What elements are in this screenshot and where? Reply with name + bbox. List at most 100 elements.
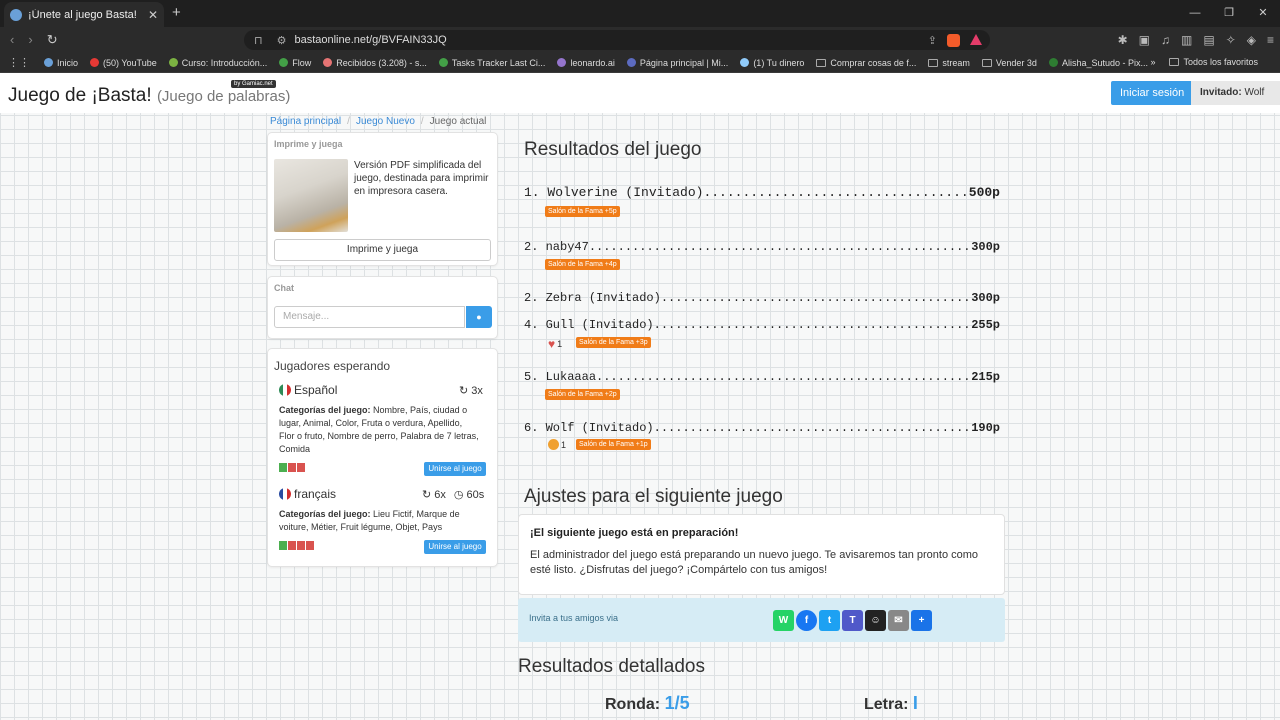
back-icon[interactable]: ‹: [10, 32, 14, 48]
france-flag-icon: [279, 488, 291, 500]
detailed-results-title: Resultados detallados: [518, 656, 705, 677]
folder-icon: [981, 58, 992, 67]
player-icon: [279, 541, 287, 550]
site-brand[interactable]: Juego de ¡Basta! (Juego de palabras): [8, 85, 290, 107]
reaction-counter[interactable]: 1: [548, 439, 566, 450]
restore-icon[interactable]: ❐: [1212, 0, 1246, 27]
game-categories: Categorías del juego: Nombre, País, ciud…: [279, 405, 479, 454]
result-row: 2. Zebra (Invitado)300p: [524, 291, 1000, 305]
player-slots: [279, 541, 314, 550]
next-game-text: El administrador del juego está preparan…: [530, 549, 979, 576]
bookmark-item[interactable]: leonardo.ai: [557, 58, 615, 68]
join-game-button[interactable]: Unirse al juego: [424, 462, 486, 476]
result-row: 4. Gull (Invitado)255p: [524, 318, 1000, 332]
round-indicator: Ronda: 1/5: [605, 693, 690, 713]
url-text[interactable]: bastaonline.net/g/BVFAIN33JQ: [294, 34, 927, 46]
site-info-icon[interactable]: ⚙: [277, 34, 287, 47]
waiting-title: Jugadores esperando: [274, 359, 391, 373]
brave-shield-icon[interactable]: [947, 33, 960, 47]
bookmark-item[interactable]: Curso: Introducción...: [168, 58, 267, 68]
wallet-icon[interactable]: ▤: [1203, 33, 1214, 47]
reload-icon[interactable]: ↻: [47, 32, 58, 48]
join-game-button[interactable]: Unirse al juego: [424, 540, 486, 554]
teams-icon[interactable]: T: [842, 610, 863, 631]
bookmarks-right: » Todos los favoritos: [1150, 57, 1270, 67]
new-tab-button[interactable]: +: [172, 4, 181, 21]
facebook-icon[interactable]: f: [796, 610, 817, 631]
leo-icon[interactable]: ✧: [1226, 33, 1236, 47]
site-favicon-icon: [168, 58, 178, 67]
site-favicon-icon: [438, 58, 448, 67]
bookmark-item[interactable]: Tasks Tracker Last Ci...: [438, 58, 545, 68]
bookmark-icon[interactable]: ⊓: [254, 34, 263, 47]
bookmark-item[interactable]: Alisha_Sutudo - Pix...: [1048, 58, 1148, 68]
brand-title: Juego de ¡Basta!: [8, 85, 152, 106]
print-button[interactable]: Imprime y juega: [274, 239, 491, 261]
snapchat-icon[interactable]: ☺: [865, 610, 886, 631]
hall-of-fame-badge: Salón de la Fama +5p: [545, 206, 620, 217]
close-window-icon[interactable]: ✕: [1246, 0, 1280, 27]
bookmark-item[interactable]: stream: [928, 58, 970, 68]
forward-icon[interactable]: ›: [28, 32, 32, 48]
bookmark-item[interactable]: Comprar cosas de f...: [816, 58, 916, 68]
result-row: 2. naby47300p: [524, 240, 1000, 254]
address-bar[interactable]: ⊓ ⚙ bastaonline.net/g/BVFAIN33JQ ⇪: [244, 30, 990, 50]
breadcrumb-home[interactable]: Página principal: [270, 116, 341, 127]
hall-of-fame-badge: Salón de la Fama +2p: [545, 389, 620, 400]
login-button[interactable]: Iniciar sesión: [1111, 81, 1194, 105]
folder-icon: [1169, 58, 1180, 66]
site-favicon-icon: [557, 58, 567, 67]
print-description: Versión PDF simplificada del juego, dest…: [354, 160, 489, 197]
extensions-icon[interactable]: ✱: [1118, 33, 1128, 47]
game-rounds: ↻ 3x: [459, 384, 483, 398]
close-tab-icon[interactable]: ✕: [148, 8, 158, 22]
chat-bubble-icon: ●: [476, 312, 482, 322]
menu-icon[interactable]: ≡: [1267, 33, 1274, 47]
bookmark-item[interactable]: Recibidos (3.208) - s...: [323, 58, 427, 68]
minimize-icon[interactable]: —: [1178, 0, 1212, 27]
site-favicon-icon: [44, 58, 53, 67]
bookmark-item[interactable]: Flow: [279, 58, 311, 68]
brave-rewards-icon[interactable]: [970, 33, 982, 45]
bookmark-item[interactable]: Inicio: [44, 58, 78, 68]
site-favicon-icon: [90, 58, 100, 67]
bookmark-item[interactable]: Vender 3d: [981, 58, 1037, 68]
invite-text: Invita a tus amigos via: [529, 613, 619, 623]
player-icon: [288, 463, 296, 472]
waiting-players-panel: Jugadores esperando Español ↻ 3x Categor…: [267, 348, 498, 567]
player-icon: [279, 463, 287, 472]
send-message-button[interactable]: ●: [466, 306, 492, 328]
apps-icon[interactable]: ⋮⋮: [8, 56, 30, 69]
round-value: 1/5: [664, 693, 690, 713]
game-language: français: [279, 487, 336, 501]
chat-panel: Chat Mensaje... ●: [267, 276, 498, 339]
breadcrumb-current: Juego actual: [429, 116, 487, 127]
like-counter[interactable]: ♥ 1: [548, 337, 562, 351]
result-row: 6. Wolf (Invitado)190p: [524, 421, 1000, 435]
guest-label: Invitado:: [1200, 87, 1242, 98]
bookmark-item[interactable]: (50) YouTube: [90, 58, 157, 68]
browser-tab[interactable]: ¡Únete al juego Basta! ✕: [4, 2, 164, 27]
more-bookmarks-icon[interactable]: »: [1150, 57, 1155, 67]
letter-value: I: [912, 693, 918, 713]
reader-icon[interactable]: ▣: [1139, 33, 1150, 47]
sidebar-icon[interactable]: ▥: [1181, 33, 1192, 47]
bookmark-item[interactable]: Página principal | Mi...: [626, 58, 728, 68]
share-icon[interactable]: +: [911, 610, 932, 631]
vpn-icon[interactable]: ◈: [1247, 33, 1256, 47]
hall-of-fame-badge: Salón de la Fama +3p: [576, 337, 651, 348]
whatsapp-icon[interactable]: W: [773, 610, 794, 631]
media-icon[interactable]: ♫: [1161, 33, 1170, 47]
chat-message-input[interactable]: Mensaje...: [274, 306, 465, 328]
bookmark-item[interactable]: (1) Tu dinero: [740, 58, 804, 68]
email-icon[interactable]: ✉: [888, 610, 909, 631]
all-favorites-folder[interactable]: Todos los favoritos: [1169, 57, 1258, 67]
share-page-icon[interactable]: ⇪: [928, 34, 937, 47]
player-icon: [288, 541, 296, 550]
twitter-icon[interactable]: t: [819, 610, 840, 631]
print-preview-image[interactable]: [274, 159, 348, 232]
print-panel-title: Imprime y juega: [274, 139, 343, 149]
site-favicon-icon: [279, 58, 289, 67]
page-content: Juego de ¡Basta! (Juego de palabras) by …: [0, 73, 1280, 720]
breadcrumb-new-game[interactable]: Juego Nuevo: [356, 116, 415, 127]
